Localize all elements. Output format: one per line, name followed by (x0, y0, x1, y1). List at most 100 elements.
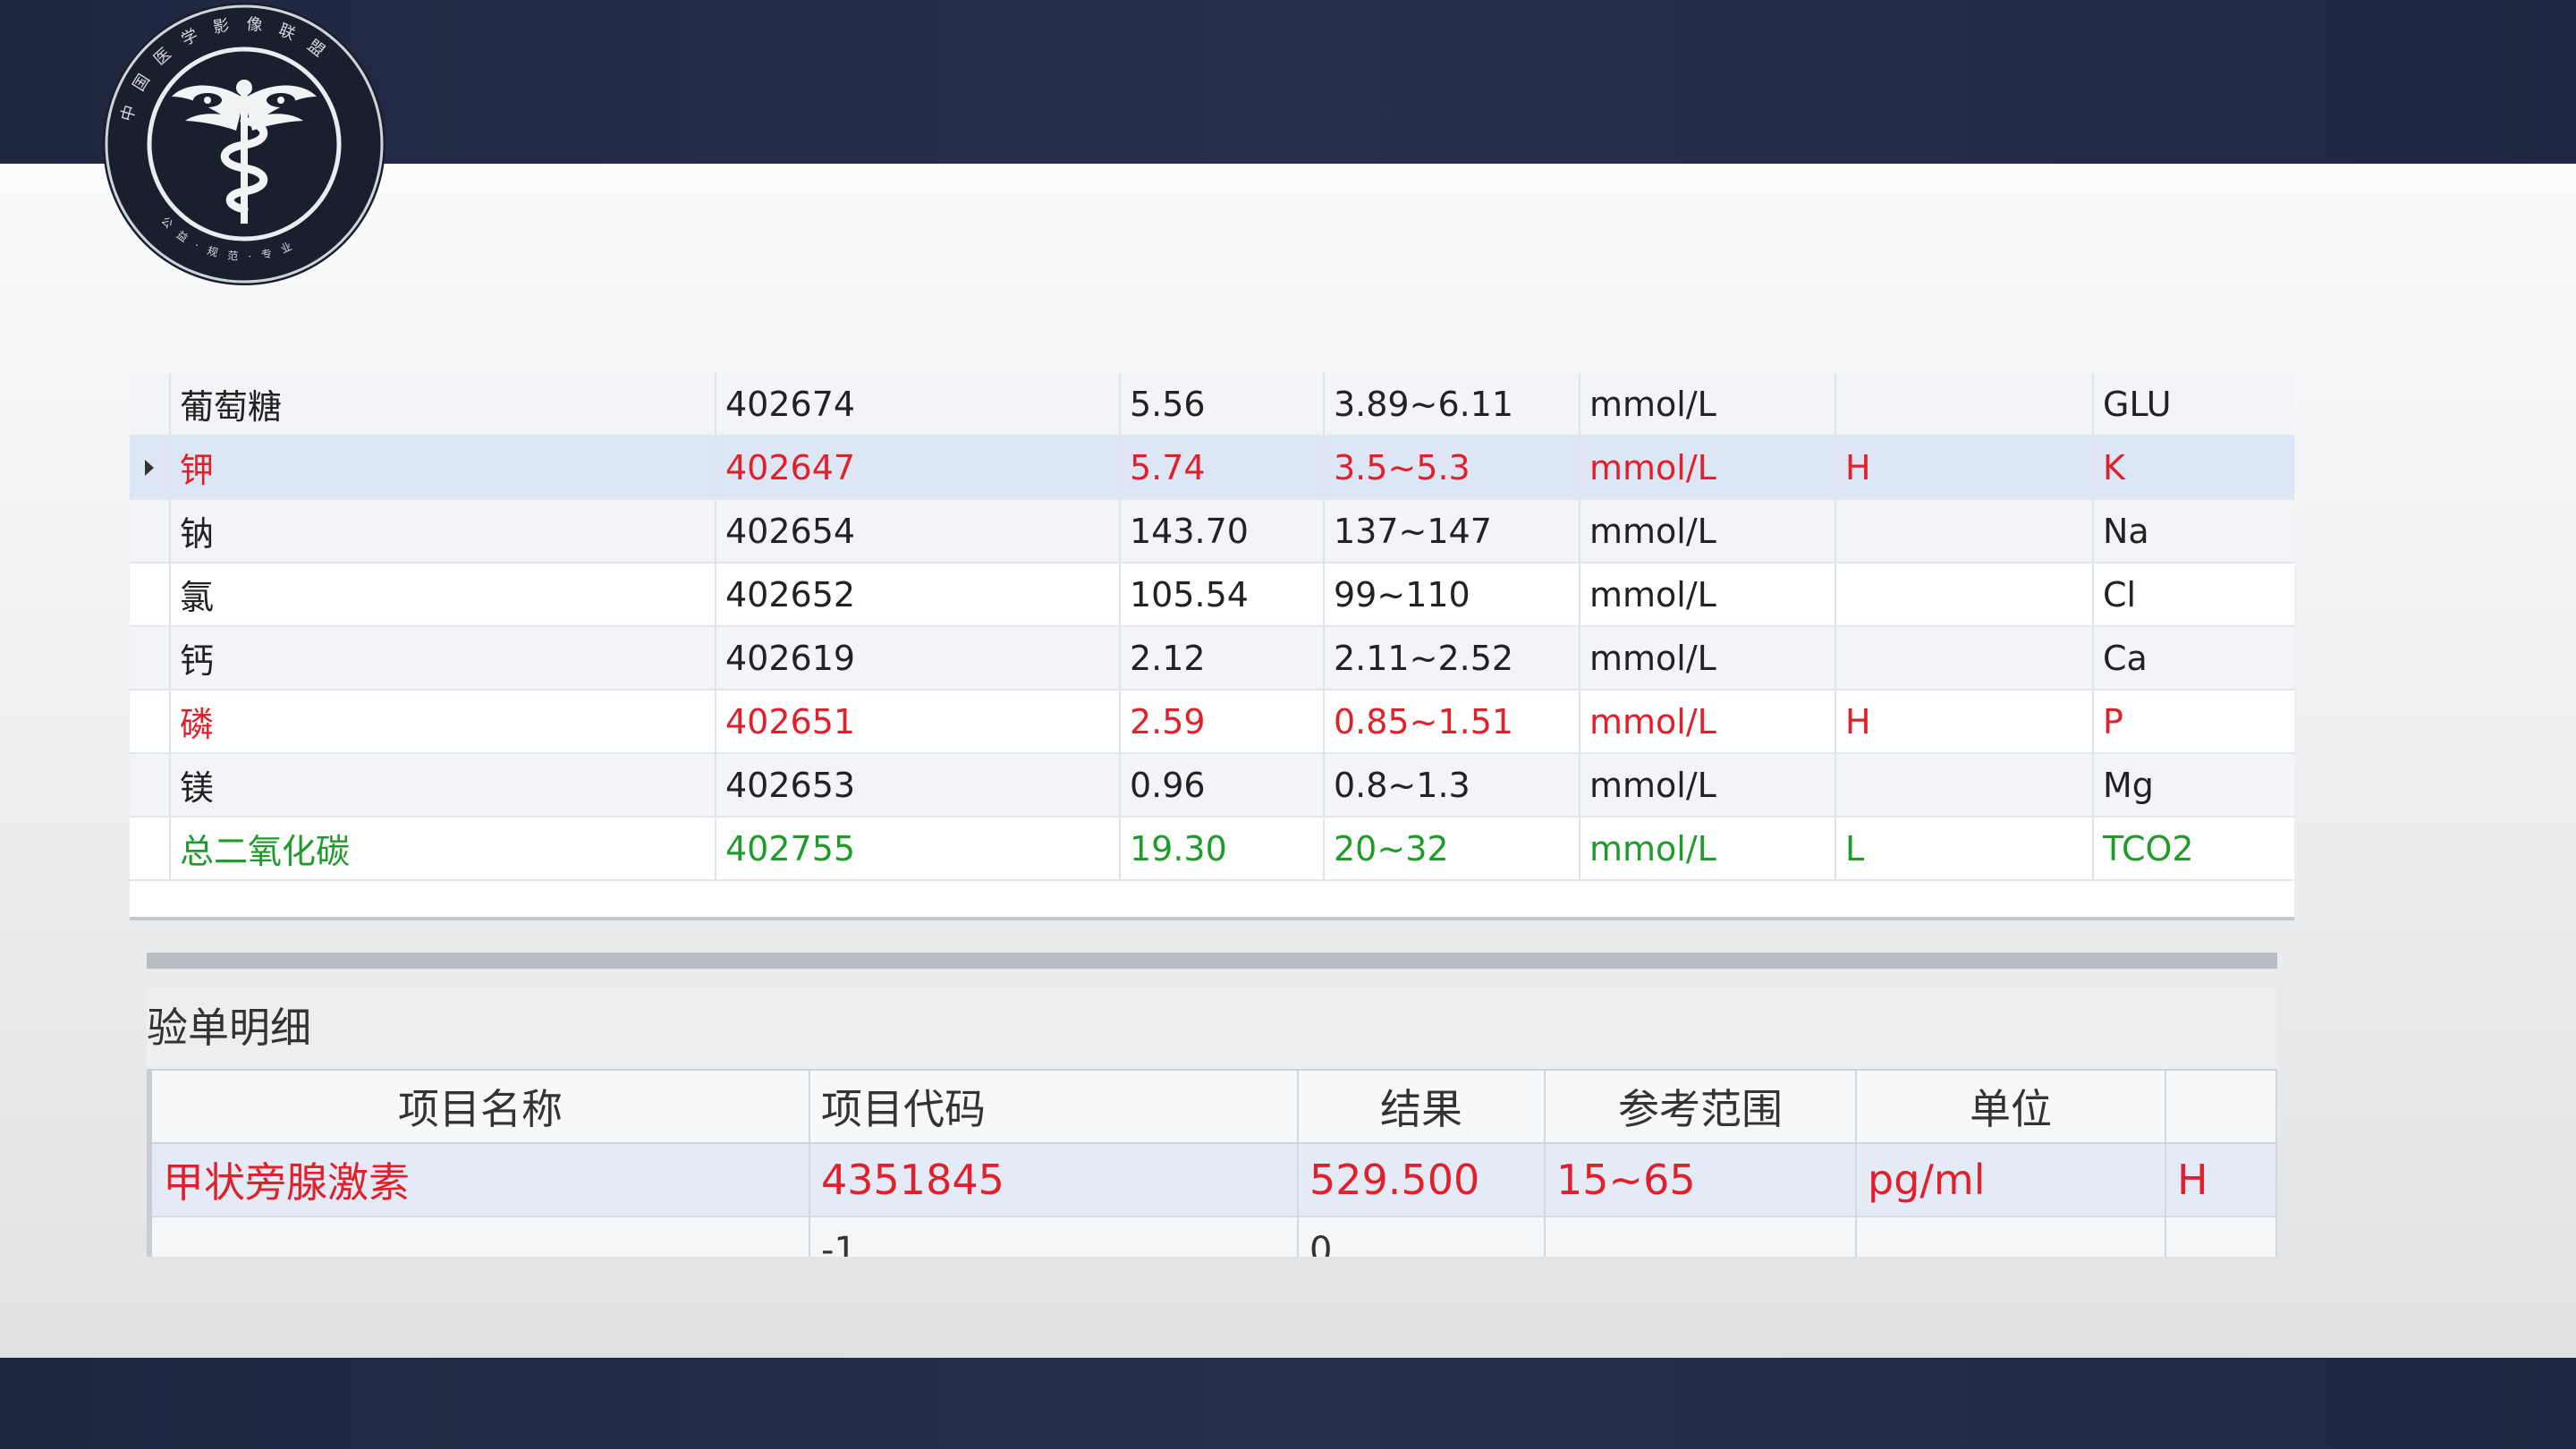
results-grid: 葡萄糖 402674 5.56 3.89~6.11 mmol/L GLU 钾 402647 5.… (130, 373, 2294, 920)
detail-panel: 验单明细 项目名称 项目代码 结果 参考范围 单位 甲状旁腺激素 4351845… (147, 987, 2277, 1257)
header-unit[interactable]: 单位 (1857, 1071, 2166, 1142)
detail-grid-header: 项目名称 项目代码 结果 参考范围 单位 (152, 1069, 2277, 1144)
cell-item-name: 氯 (171, 564, 716, 625)
detail-grid: 项目名称 项目代码 结果 参考范围 单位 甲状旁腺激素 4351845 529.… (147, 1069, 2277, 1257)
cell-flag (1836, 564, 2094, 625)
current-row-arrow-icon (145, 459, 154, 476)
cell-result: 2.59 (1121, 691, 1325, 752)
table-row[interactable]: 钠 402654 143.70 137~147 mmol/L Na (130, 500, 2294, 564)
cell-abbreviation: Cl (2103, 574, 2137, 614)
cell-reference-range: 3.5~5.3 (1325, 436, 1580, 498)
cell-item-code: 4351845 (810, 1144, 1299, 1216)
cell-unit: mmol/L (1580, 754, 1836, 816)
row-indicator[interactable] (130, 564, 171, 625)
cell-item-code: 402653 (716, 754, 1121, 816)
cell-item-name (152, 1217, 810, 1257)
bottom-banner (0, 1358, 2576, 1449)
table-row[interactable]: 氯 402652 105.54 99~110 mmol/L Cl (130, 564, 2294, 627)
cell-reference-range: 0.8~1.3 (1325, 754, 1580, 816)
header-reference-range[interactable]: 参考范围 (1546, 1071, 1857, 1142)
cell-item-code: 402755 (716, 818, 1121, 879)
table-row[interactable]: -1 0 (152, 1217, 2277, 1257)
table-row[interactable]: 钾 402647 5.74 3.5~5.3 mmol/L H K (130, 436, 2294, 500)
table-row[interactable]: 总二氧化碳 402755 19.30 20~32 mmol/L L TCO2 (130, 818, 2294, 881)
cell-item-code: 402674 (716, 373, 1121, 435)
row-indicator[interactable] (130, 818, 171, 879)
cell-item-name: 钠 (171, 500, 716, 562)
cell-item-code: 402619 (716, 627, 1121, 689)
table-row[interactable]: 葡萄糖 402674 5.56 3.89~6.11 mmol/L GLU (130, 373, 2294, 436)
cell-reference-range: 137~147 (1325, 500, 1580, 562)
cell-result: 5.56 (1121, 373, 1325, 435)
cell-flag: H (2166, 1144, 2277, 1216)
cell-reference-range: 99~110 (1325, 564, 1580, 625)
detail-panel-title: 验单明细 (147, 1004, 311, 1052)
table-row[interactable]: 镁 402653 0.96 0.8~1.3 mmol/L Mg (130, 754, 2294, 818)
medical-alliance-logo: 中 国 医 学 影 像 联 盟 公 益 · 规 范 · 专 业 (103, 3, 386, 285)
header-item-code[interactable]: 项目代码 (810, 1071, 1299, 1142)
cell-abbreviation: TCO2 (2103, 828, 2194, 869)
row-indicator[interactable] (130, 691, 171, 752)
cell-reference-range: 15~65 (1546, 1144, 1857, 1216)
cell-result: 2.12 (1121, 627, 1325, 689)
cell-abbreviation: P (2103, 701, 2123, 741)
cell-reference-range (1546, 1217, 1857, 1257)
cell-result: 19.30 (1121, 818, 1325, 879)
cell-item-code: 402652 (716, 564, 1121, 625)
cell-abbreviation: Na (2103, 511, 2149, 551)
header-item-name[interactable]: 项目名称 (152, 1071, 810, 1142)
cell-unit: mmol/L (1580, 500, 1836, 562)
cell-flag (1836, 627, 2094, 689)
cell-item-code: -1 (810, 1217, 1299, 1257)
cell-reference-range: 2.11~2.52 (1325, 627, 1580, 689)
row-indicator[interactable] (130, 500, 171, 562)
cell-flag (1836, 500, 2094, 562)
cell-unit: mmol/L (1580, 818, 1836, 879)
cell-flag: H (1836, 436, 2094, 498)
grid-footer (130, 881, 2294, 920)
cell-result: 143.70 (1121, 500, 1325, 562)
cell-reference-range: 0.85~1.51 (1325, 691, 1580, 752)
cell-flag (1836, 754, 2094, 816)
cell-abbreviation: Ca (2103, 638, 2148, 678)
cell-abbreviation: Mg (2103, 765, 2154, 805)
cell-unit: mmol/L (1580, 564, 1836, 625)
cell-item-code: 402654 (716, 500, 1121, 562)
cell-flag (2166, 1217, 2277, 1257)
cell-abbreviation: GLU (2103, 384, 2172, 424)
panel-splitter[interactable] (147, 953, 2277, 969)
header-result[interactable]: 结果 (1299, 1071, 1546, 1142)
cell-item-name: 镁 (171, 754, 716, 816)
table-row[interactable]: 磷 402651 2.59 0.85~1.51 mmol/L H P (130, 691, 2294, 754)
table-row[interactable]: 钙 402619 2.12 2.11~2.52 mmol/L Ca (130, 627, 2294, 691)
cell-reference-range: 3.89~6.11 (1325, 373, 1580, 435)
cell-item-name: 葡萄糖 (171, 373, 716, 435)
cell-result: 529.500 (1299, 1144, 1546, 1216)
cell-result: 5.74 (1121, 436, 1325, 498)
cell-item-code: 402651 (716, 691, 1121, 752)
cell-unit: pg/ml (1857, 1144, 2166, 1216)
cell-unit (1857, 1217, 2166, 1257)
table-row[interactable]: 甲状旁腺激素 4351845 529.500 15~65 pg/ml H (152, 1144, 2277, 1217)
cell-reference-range: 20~32 (1325, 818, 1580, 879)
cell-unit: mmol/L (1580, 627, 1836, 689)
cell-item-name: 磷 (171, 691, 716, 752)
cell-unit: mmol/L (1580, 436, 1836, 498)
cell-unit: mmol/L (1580, 373, 1836, 435)
cell-item-name: 钙 (171, 627, 716, 689)
cell-item-name: 钾 (171, 436, 716, 498)
row-indicator[interactable] (130, 373, 171, 435)
cell-flag (1836, 373, 2094, 435)
cell-flag: L (1836, 818, 2094, 879)
cell-abbreviation: K (2103, 447, 2125, 487)
cell-flag: H (1836, 691, 2094, 752)
cell-item-name: 总二氧化碳 (171, 818, 716, 879)
cell-item-name: 甲状旁腺激素 (152, 1144, 810, 1216)
cell-item-code: 402647 (716, 436, 1121, 498)
row-indicator[interactable] (130, 754, 171, 816)
header-flag[interactable] (2166, 1071, 2277, 1142)
cell-result: 0.96 (1121, 754, 1325, 816)
row-indicator[interactable] (130, 627, 171, 689)
row-indicator[interactable] (130, 436, 171, 498)
cell-result: 0 (1299, 1217, 1546, 1257)
